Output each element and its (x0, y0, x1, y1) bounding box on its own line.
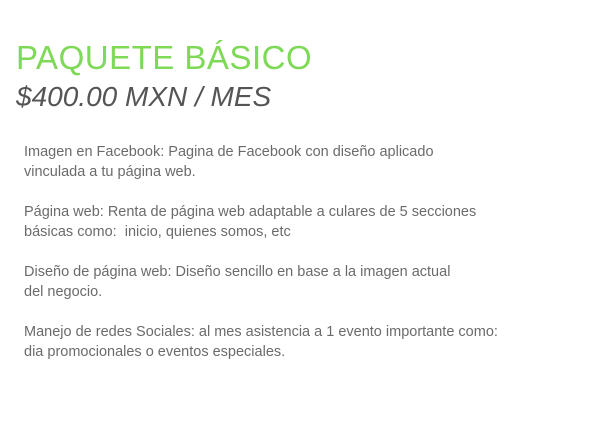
feature-text-line: Manejo de redes Sociales: al mes asisten… (24, 324, 498, 340)
feature-text-line: vinculada a tu página web. (24, 164, 196, 180)
feature-text-line: dia promocionales o eventos especiales. (24, 344, 286, 360)
feature-web-design: Diseño de página web: Diseño sencillo en… (24, 262, 584, 302)
feature-text-line: básicas como: inicio, quienes somos, etc (24, 224, 291, 240)
package-title: PAQUETE BÁSICO (16, 39, 313, 76)
feature-social-media: Manejo de redes Sociales: al mes asisten… (24, 322, 584, 362)
feature-text-line: Diseño de página web: Diseño sencillo en… (24, 264, 451, 280)
feature-text-line: Imagen en Facebook: Pagina de Facebook c… (24, 144, 434, 160)
feature-text-line: Página web: Renta de página web adaptabl… (24, 204, 477, 220)
package-price: $400.00 MXN / MES (16, 81, 272, 112)
feature-list: Imagen en Facebook: Pagina de Facebook c… (24, 142, 584, 382)
feature-facebook-image: Imagen en Facebook: Pagina de Facebook c… (24, 142, 584, 182)
feature-text-line: del negocio. (24, 284, 103, 300)
feature-web-page: Página web: Renta de página web adaptabl… (24, 202, 584, 242)
